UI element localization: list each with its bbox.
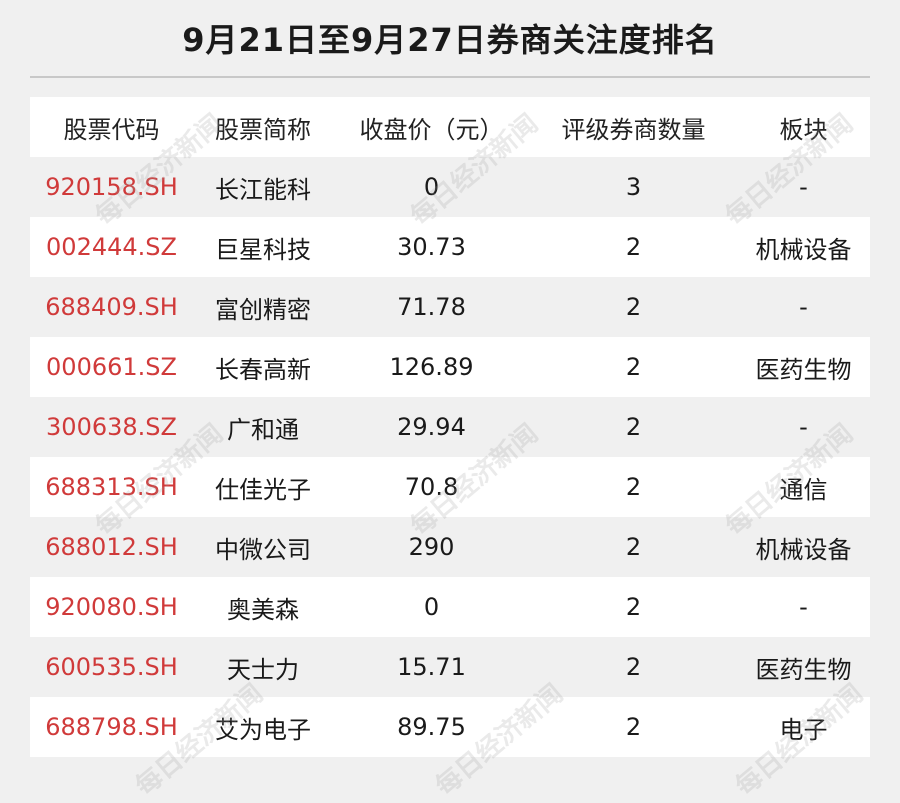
stock-name: 仕佳光子 xyxy=(215,475,311,504)
stock-code: 688313.SH xyxy=(45,473,178,501)
sector: - xyxy=(799,593,808,621)
stock-name: 巨星科技 xyxy=(215,235,311,264)
broker-count: 2 xyxy=(625,653,642,681)
close-price: 126.89 xyxy=(389,353,474,381)
close-price: 70.8 xyxy=(404,473,459,501)
broker-count: 2 xyxy=(625,293,642,321)
broker-count: 2 xyxy=(625,713,642,741)
title-divider xyxy=(30,76,870,78)
sector: 机械设备 xyxy=(755,235,852,264)
close-price: 71.78 xyxy=(397,293,466,321)
stock-name: 艾为电子 xyxy=(215,715,311,744)
header-close-price: 收盘价（元） xyxy=(359,115,504,144)
stock-code: 002444.SZ xyxy=(46,233,177,261)
table-header-row: 股票代码 股票简称 收盘价（元） 评级券商数量 板块 xyxy=(30,97,870,157)
stock-code: 688409.SH xyxy=(45,293,178,321)
broker-count: 2 xyxy=(625,533,642,561)
stock-code: 600535.SH xyxy=(45,653,178,681)
table-row: 688313.SH 仕佳光子 70.8 2 通信 xyxy=(30,457,870,517)
sector: 电子 xyxy=(779,715,828,744)
stock-code: 000661.SZ xyxy=(46,353,177,381)
table-row: 688012.SH 中微公司 290 2 机械设备 xyxy=(30,517,870,577)
stock-name: 天士力 xyxy=(227,655,299,684)
broker-count: 2 xyxy=(625,593,642,621)
table-row: 688409.SH 富创精密 71.78 2 - xyxy=(30,277,870,337)
table-row: 920158.SH 长江能科 0 3 - xyxy=(30,157,870,217)
close-price: 89.75 xyxy=(397,713,466,741)
header-sector: 板块 xyxy=(779,115,828,144)
stock-name: 中微公司 xyxy=(215,535,311,564)
table-row: 002444.SZ 巨星科技 30.73 2 机械设备 xyxy=(30,217,870,277)
table-row: 300638.SZ 广和通 29.94 2 - xyxy=(30,397,870,457)
broker-count: 2 xyxy=(625,233,642,261)
ranking-table: 股票代码 股票简称 收盘价（元） 评级券商数量 板块 920158.SH 长江能… xyxy=(30,97,870,757)
page-title: 9月21日至9月27日券商关注度排名 xyxy=(182,21,718,59)
sector: - xyxy=(799,173,808,201)
stock-code: 688798.SH xyxy=(45,713,178,741)
close-price: 30.73 xyxy=(397,233,466,261)
stock-code: 688012.SH xyxy=(45,533,178,561)
sector: - xyxy=(799,413,808,441)
header-stock-code: 股票代码 xyxy=(63,115,160,144)
sector: 通信 xyxy=(779,475,828,504)
table-row: 000661.SZ 长春高新 126.89 2 医药生物 xyxy=(30,337,870,397)
stock-name: 长江能科 xyxy=(215,175,311,204)
table-row: 920080.SH 奥美森 0 2 - xyxy=(30,577,870,637)
table-row: 600535.SH 天士力 15.71 2 医药生物 xyxy=(30,637,870,697)
stock-code: 920158.SH xyxy=(45,173,178,201)
stock-name: 长春高新 xyxy=(215,355,311,384)
stock-name: 富创精密 xyxy=(215,295,311,324)
close-price: 290 xyxy=(408,533,455,561)
table-row: 688798.SH 艾为电子 89.75 2 电子 xyxy=(30,697,870,757)
close-price: 15.71 xyxy=(397,653,466,681)
header-stock-name: 股票简称 xyxy=(215,115,311,144)
close-price: 29.94 xyxy=(397,413,466,441)
sector: 医药生物 xyxy=(755,655,852,684)
broker-count: 2 xyxy=(625,473,642,501)
broker-count: 3 xyxy=(625,173,642,201)
stock-name: 奥美森 xyxy=(227,595,299,624)
sector: 医药生物 xyxy=(755,355,852,384)
broker-count: 2 xyxy=(625,413,642,441)
stock-code: 920080.SH xyxy=(45,593,178,621)
sector: 机械设备 xyxy=(755,535,852,564)
close-price: 0 xyxy=(423,173,440,201)
stock-name: 广和通 xyxy=(227,415,299,444)
sector: - xyxy=(799,293,808,321)
close-price: 0 xyxy=(423,593,440,621)
header-broker-count: 评级券商数量 xyxy=(561,115,706,144)
stock-code: 300638.SZ xyxy=(46,413,177,441)
broker-count: 2 xyxy=(625,353,642,381)
